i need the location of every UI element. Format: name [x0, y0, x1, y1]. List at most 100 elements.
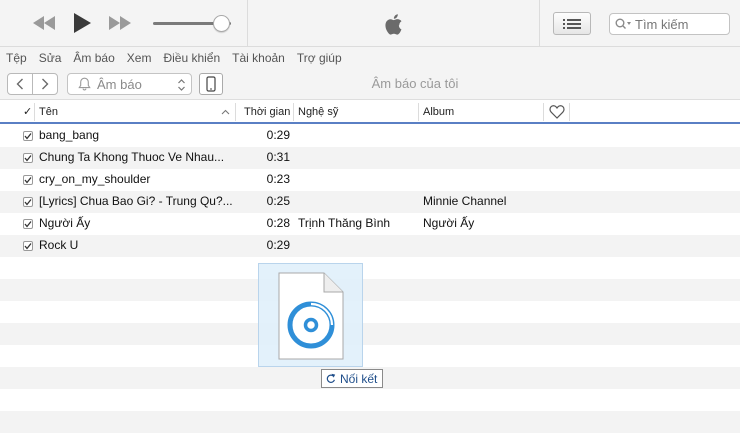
- checkmark-icon: [24, 133, 32, 140]
- track-album: [423, 147, 543, 169]
- track-time: 0:29: [266, 238, 290, 252]
- volume-knob[interactable]: [213, 15, 231, 32]
- drop-tooltip: Nối kết: [321, 369, 384, 388]
- page-title: Âm báo của tôi: [371, 76, 459, 91]
- checkmark-icon: [24, 221, 32, 228]
- column-header-album[interactable]: Album: [423, 101, 454, 123]
- forward-button[interactable]: [32, 74, 57, 94]
- drop-tooltip-label: Nối kết: [340, 371, 378, 386]
- checkmark-icon: [24, 177, 32, 184]
- empty-row: [0, 257, 740, 279]
- track-artist: [298, 169, 418, 191]
- toolbar-divider: [247, 0, 248, 47]
- apple-logo-icon: [385, 14, 402, 35]
- track-album: [423, 125, 543, 147]
- column-separator: [293, 103, 294, 121]
- track-time: 0:23: [266, 172, 290, 186]
- checkmark-icon: [24, 155, 32, 162]
- media-source-label: Âm báo: [97, 76, 142, 92]
- track-album: [423, 235, 543, 257]
- empty-row: [0, 389, 740, 411]
- track-list: bang_bang 0:29 Chung Ta Khong Thuoc Ve N…: [0, 125, 740, 444]
- column-header-name[interactable]: Tên: [39, 101, 58, 123]
- column-header-time[interactable]: Thời gian: [244, 101, 290, 123]
- column-header-artist[interactable]: Nghệ sỹ: [298, 101, 338, 123]
- media-source-select[interactable]: Âm báo: [67, 73, 192, 95]
- fast-forward-button[interactable]: [106, 11, 134, 35]
- track-checkbox[interactable]: [23, 197, 33, 207]
- track-checkbox[interactable]: [23, 153, 33, 163]
- search-placeholder: Tìm kiếm: [635, 16, 689, 32]
- chevron-left-icon: [16, 78, 23, 90]
- menu-help[interactable]: Trợ giúp: [297, 51, 342, 65]
- play-button[interactable]: [68, 11, 96, 35]
- track-time: 0:28: [266, 216, 290, 230]
- empty-row: [0, 279, 740, 301]
- column-separator: [235, 103, 236, 121]
- column-separator: [34, 103, 35, 121]
- menu-bar: Tệp Sửa Âm báo Xem Điều khiển Tài khoản …: [0, 47, 740, 68]
- table-header: ✓ Tên Thời gian Nghệ sỹ Album: [0, 101, 740, 124]
- navigation-bar: Âm báo Âm báo của tôi: [0, 68, 740, 100]
- track-name: Rock U: [39, 238, 79, 252]
- fast-forward-icon: [109, 16, 131, 30]
- track-artist: Trịnh Thăng Bình: [298, 216, 391, 230]
- track-row[interactable]: bang_bang 0:29: [0, 125, 740, 147]
- updown-arrows-icon: [178, 79, 185, 91]
- track-checkbox[interactable]: [23, 175, 33, 185]
- track-checkbox[interactable]: [23, 131, 33, 141]
- bell-icon: [78, 77, 91, 91]
- column-separator: [569, 103, 570, 121]
- track-album: [423, 169, 543, 191]
- sort-ascending-icon: [221, 109, 230, 115]
- search-icon: [615, 18, 631, 29]
- track-album: Người Ấy: [423, 216, 475, 230]
- menu-edit[interactable]: Sửa: [39, 51, 62, 65]
- empty-row: [0, 323, 740, 345]
- menu-file[interactable]: Tệp: [6, 51, 27, 65]
- heart-icon[interactable]: [549, 105, 565, 119]
- play-icon: [74, 13, 91, 33]
- track-checkbox[interactable]: [23, 219, 33, 229]
- track-row[interactable]: Chung Ta Khong Thuoc Ve Nhau... 0:31: [0, 147, 740, 169]
- menu-controls[interactable]: Điều khiển: [163, 51, 220, 65]
- search-input[interactable]: Tìm kiếm: [609, 13, 730, 35]
- track-name: cry_on_my_shoulder: [39, 172, 151, 186]
- rewind-icon: [33, 16, 55, 30]
- track-name: Người Ấy: [39, 216, 91, 230]
- track-artist: [298, 147, 418, 169]
- track-row[interactable]: cry_on_my_shoulder 0:23: [0, 169, 740, 191]
- track-album: Minnie Channel: [423, 194, 507, 208]
- track-artist: [298, 235, 418, 257]
- track-artist: [298, 125, 418, 147]
- track-time: 0:25: [266, 194, 290, 208]
- rewind-button[interactable]: [30, 11, 58, 35]
- checkmark-icon: [24, 243, 32, 250]
- empty-row: [0, 301, 740, 323]
- track-checkbox[interactable]: [23, 241, 33, 251]
- drag-preview: [258, 263, 363, 367]
- device-button[interactable]: [199, 73, 223, 95]
- track-artist: [298, 191, 418, 213]
- link-arrow-icon: [326, 373, 336, 383]
- back-button[interactable]: [8, 74, 32, 94]
- menu-account[interactable]: Tài khoản: [232, 51, 285, 65]
- back-forward-control: [7, 73, 58, 95]
- menu-tones[interactable]: Âm báo: [73, 51, 114, 65]
- checkmark-icon: [24, 199, 32, 206]
- audio-file-icon: [278, 272, 344, 360]
- list-view-icon: [563, 18, 581, 29]
- track-time: 0:31: [266, 150, 290, 164]
- chevron-right-icon: [42, 78, 49, 90]
- track-name: Chung Ta Khong Thuoc Ve Nhau...: [39, 150, 225, 164]
- track-row[interactable]: Rock U 0:29: [0, 235, 740, 257]
- track-row[interactable]: Người Ấy 0:28 Trịnh Thăng Bình Người Ấy: [0, 213, 740, 235]
- column-separator: [543, 103, 544, 121]
- track-row[interactable]: [Lyrics] Chua Bao Gi? - Trung Qu?... 0:2…: [0, 191, 740, 213]
- menu-view[interactable]: Xem: [127, 51, 152, 65]
- column-header-check[interactable]: ✓: [23, 101, 32, 123]
- list-view-button[interactable]: [553, 12, 591, 35]
- column-separator: [418, 103, 419, 121]
- empty-row: [0, 411, 740, 433]
- toolbar-divider: [539, 0, 540, 47]
